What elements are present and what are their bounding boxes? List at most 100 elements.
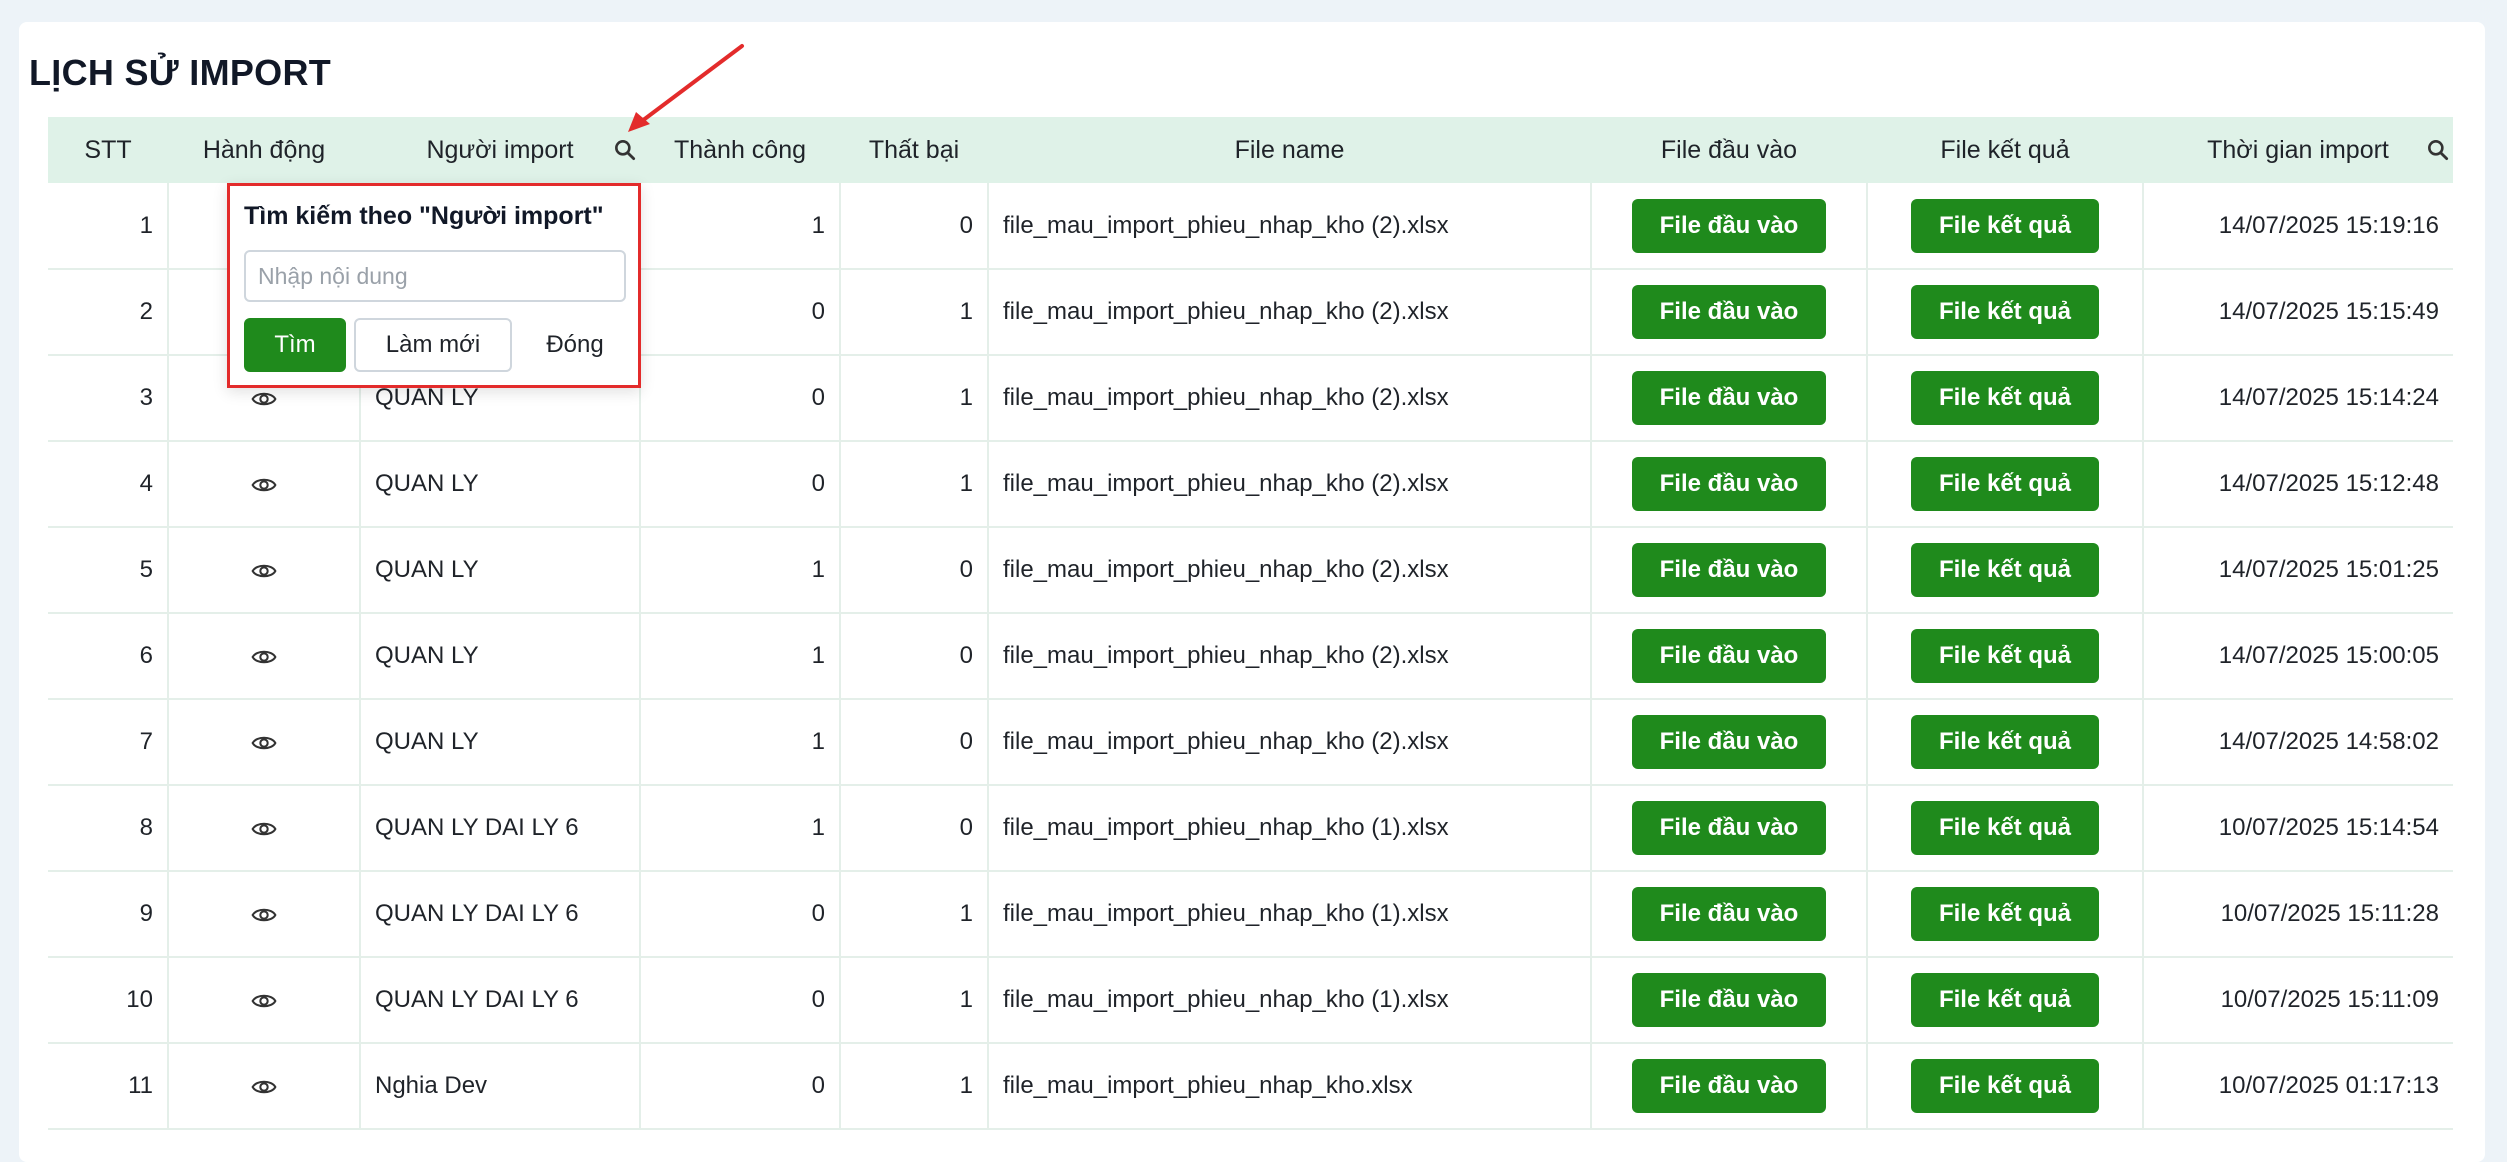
cell-time: 14/07/2025 15:01:25: [2143, 527, 2453, 614]
table-row: 5 QUAN LY 1 0 file_mau_import_phieu_nhap_kho…: [48, 527, 2453, 614]
result-file-button[interactable]: File kết quả: [1910, 1059, 2100, 1113]
page-title: LỊCH SỬ IMPORT: [29, 52, 332, 93]
table-row: 8 QUAN LY DAI LY 6 1 0 file_mau_import_phieu…: [48, 785, 2453, 872]
cell-filename: file_mau_import_phieu_nhap_kho (1).xlsx: [988, 785, 1592, 872]
cell-stt: 3: [48, 355, 169, 442]
input-file-button[interactable]: File đầu vào: [1631, 543, 1827, 597]
cell-filename: file_mau_import_phieu_nhap_kho (1).xlsx: [988, 871, 1592, 958]
cell-user: QUAN LY: [360, 699, 641, 786]
input-file-button[interactable]: File đầu vào: [1631, 801, 1827, 855]
eye-icon[interactable]: [251, 470, 277, 497]
cell-success: 0: [640, 355, 841, 442]
cell-failed: 1: [840, 957, 989, 1044]
cell-failed: 1: [840, 441, 989, 528]
search-icon[interactable]: [612, 137, 638, 163]
cell-input-file: File đầu vào: [1591, 785, 1868, 872]
table-row: 7 QUAN LY 1 0 file_mau_import_phieu_nhap_kho…: [48, 699, 2453, 786]
cell-stt: 5: [48, 527, 169, 614]
cell-stt: 9: [48, 871, 169, 958]
input-file-button[interactable]: File đầu vào: [1631, 887, 1827, 941]
search-icon[interactable]: [2425, 137, 2451, 163]
eye-icon[interactable]: [251, 900, 277, 927]
result-file-button[interactable]: File kết quả: [1910, 715, 2100, 769]
column-header-filename: File name: [1234, 135, 1345, 164]
close-button[interactable]: Đóng: [520, 318, 630, 372]
input-file-button[interactable]: File đầu vào: [1631, 715, 1827, 769]
result-file-button[interactable]: File kết quả: [1910, 543, 2100, 597]
cell-action: [168, 699, 361, 786]
cell-success: 1: [640, 613, 841, 700]
cell-stt: 11: [48, 1043, 169, 1130]
eye-icon[interactable]: [251, 986, 277, 1013]
cell-time: 10/07/2025 15:11:28: [2143, 871, 2453, 958]
cell-failed: 0: [840, 527, 989, 614]
table-header: STT Hành động Người import Thành công Th…: [48, 117, 2453, 183]
result-file-button[interactable]: File kết quả: [1910, 629, 2100, 683]
cell-success: 1: [640, 183, 841, 270]
cell-stt: 4: [48, 441, 169, 528]
cell-stt: 6: [48, 613, 169, 700]
cell-user: QUAN LY DAI LY 6: [360, 785, 641, 872]
cell-success: 0: [640, 1043, 841, 1130]
input-file-button[interactable]: File đầu vào: [1631, 1059, 1827, 1113]
table-row: 6 QUAN LY 1 0 file_mau_import_phieu_nhap_kho…: [48, 613, 2453, 700]
cell-input-file: File đầu vào: [1591, 355, 1868, 442]
result-file-button[interactable]: File kết quả: [1910, 198, 2100, 253]
cell-stt: 7: [48, 699, 169, 786]
input-file-button[interactable]: File đầu vào: [1631, 629, 1827, 683]
input-file-button[interactable]: File đầu vào: [1631, 973, 1827, 1027]
eye-icon[interactable]: [251, 642, 277, 669]
cell-user: QUAN LY: [360, 527, 641, 614]
eye-icon[interactable]: [251, 728, 277, 755]
column-header-result-file: File kết quả: [1940, 135, 2070, 164]
table-row: 4 QUAN LY 0 1 file_mau_import_phieu_nhap_kho…: [48, 441, 2453, 528]
cell-result-file: File kết quả: [1867, 871, 2144, 958]
cell-result-file: File kết quả: [1867, 1043, 2144, 1130]
table-row: 11 Nghia Dev 0 1 file_mau_import_phieu_nhap_…: [48, 1043, 2453, 1130]
cell-user: QUAN LY: [360, 613, 641, 700]
cell-input-file: File đầu vào: [1591, 613, 1868, 700]
cell-result-file: File kết quả: [1867, 613, 2144, 700]
result-file-button[interactable]: File kết quả: [1910, 457, 2100, 511]
cell-filename: file_mau_import_phieu_nhap_kho (2).xlsx: [988, 613, 1592, 700]
eye-icon[interactable]: [251, 1072, 277, 1099]
cell-input-file: File đầu vào: [1591, 269, 1868, 356]
cell-input-file: File đầu vào: [1591, 183, 1868, 270]
search-button[interactable]: Tìm: [244, 318, 346, 372]
input-file-button[interactable]: File đầu vào: [1631, 285, 1827, 339]
cell-stt: 8: [48, 785, 169, 872]
input-file-button[interactable]: File đầu vào: [1631, 198, 1827, 253]
search-popup: Tìm kiếm theo "Người import" Tìm Làm mới…: [227, 183, 641, 388]
cell-input-file: File đầu vào: [1591, 1043, 1868, 1130]
eye-icon[interactable]: [251, 814, 277, 841]
input-file-button[interactable]: File đầu vào: [1631, 457, 1827, 511]
result-file-button[interactable]: File kết quả: [1910, 887, 2100, 941]
cell-time: 14/07/2025 15:12:48: [2143, 441, 2453, 528]
cell-success: 0: [640, 441, 841, 528]
result-file-button[interactable]: File kết quả: [1910, 973, 2100, 1027]
cell-result-file: File kết quả: [1867, 957, 2144, 1044]
cell-time: 14/07/2025 15:00:05: [2143, 613, 2453, 700]
cell-result-file: File kết quả: [1867, 355, 2144, 442]
cell-time: 14/07/2025 15:15:49: [2143, 269, 2453, 356]
cell-action: [168, 871, 361, 958]
column-header-user-label: Người import: [426, 135, 574, 164]
eye-icon[interactable]: [251, 556, 277, 583]
cell-action: [168, 957, 361, 1044]
reset-button[interactable]: Làm mới: [354, 318, 512, 372]
result-file-button[interactable]: File kết quả: [1910, 285, 2100, 339]
column-header-user: Người import: [360, 117, 640, 183]
eye-icon[interactable]: [251, 384, 277, 411]
column-header-input-file: File đầu vào: [1660, 135, 1798, 164]
cell-success: 1: [640, 527, 841, 614]
input-file-button[interactable]: File đầu vào: [1631, 371, 1827, 425]
cell-stt: 1: [48, 183, 169, 270]
search-input[interactable]: [244, 250, 626, 302]
result-file-button[interactable]: File kết quả: [1910, 371, 2100, 425]
cell-failed: 1: [840, 355, 989, 442]
cell-failed: 0: [840, 785, 989, 872]
cell-filename: file_mau_import_phieu_nhap_kho (2).xlsx: [988, 355, 1592, 442]
cell-action: [168, 1043, 361, 1130]
result-file-button[interactable]: File kết quả: [1910, 801, 2100, 855]
cell-filename: file_mau_import_phieu_nhap_kho (1).xlsx: [988, 957, 1592, 1044]
